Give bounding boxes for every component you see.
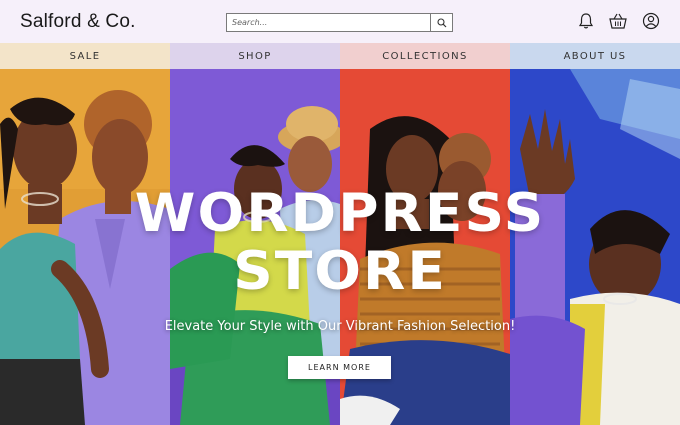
nav-item-label: SHOP [238,50,272,62]
learn-more-button[interactable]: LEARN MORE [288,356,391,379]
search-input[interactable] [227,14,430,31]
hero-title-line2: STORE [233,240,447,302]
brand-logo[interactable]: Salford & Co. [20,11,136,33]
user-account-icon[interactable] [642,12,660,30]
search-icon [436,17,446,27]
main-nav: SALE SHOP COLLECTIONS ABOUT US [0,43,680,69]
nav-item-label: SALE [69,50,101,62]
site-header: Salford & Co. [0,0,680,43]
nav-item-label: COLLECTIONS [382,50,468,62]
hero-title-line1: WORDPRESS [134,182,546,244]
hero-subtitle: Elevate Your Style with Our Vibrant Fash… [164,319,516,334]
nav-item-sale[interactable]: SALE [0,43,170,69]
nav-item-collections[interactable]: COLLECTIONS [340,43,510,69]
bell-icon[interactable] [577,12,595,30]
nav-item-about-us[interactable]: ABOUT US [510,43,680,69]
nav-item-label: ABOUT US [563,50,627,62]
search-bar [226,13,453,32]
nav-item-shop[interactable]: SHOP [170,43,340,69]
basket-icon[interactable] [608,12,628,30]
search-button[interactable] [430,14,452,31]
hero-banner: WORDPRESS STORE Elevate Your Style with … [0,69,680,425]
